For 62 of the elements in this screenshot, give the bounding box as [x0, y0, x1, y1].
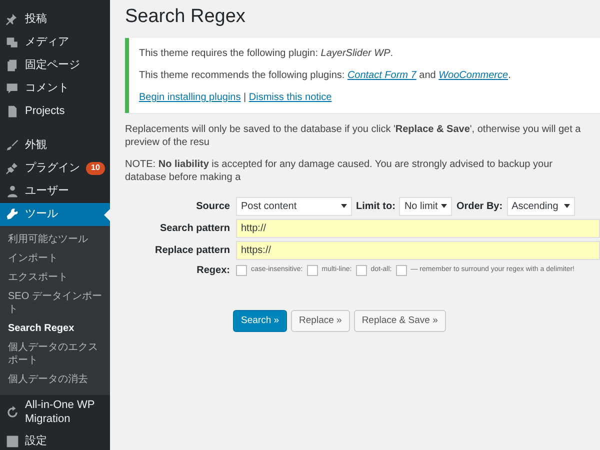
checkbox[interactable] — [236, 264, 247, 276]
comment-icon — [6, 82, 19, 95]
sidebar-item[interactable]: Projects — [0, 100, 110, 123]
caret-icon — [564, 204, 570, 208]
sidebar-item[interactable]: ツール — [0, 203, 110, 226]
circular-arrow-icon — [6, 406, 19, 419]
submenu-item[interactable]: エクスポート — [0, 268, 110, 287]
sidebar-item[interactable]: 投稿 — [0, 8, 110, 31]
notice-text: This theme recommends the following plugins: — [139, 70, 346, 81]
pin-icon — [6, 13, 19, 26]
submenu-item[interactable]: 利用可能なツール — [0, 230, 110, 249]
submenu-item[interactable]: 個人データのエクスポート — [0, 338, 110, 370]
field-label: Limit to: — [356, 200, 396, 214]
select-field[interactable]: Post content — [236, 196, 352, 216]
page-title: Search Regex — [125, 6, 246, 29]
update-count-badge: 10 — [86, 162, 105, 175]
action-button[interactable]: Search » — [233, 310, 288, 332]
caret-icon — [341, 204, 347, 208]
sidebar-item[interactable]: コメント — [0, 77, 110, 100]
brush-icon — [6, 139, 19, 152]
text-input[interactable]: http:// — [236, 218, 600, 238]
field-label: Regex: — [196, 264, 230, 278]
media-icon — [6, 36, 19, 49]
sidebar-item[interactable]: 外観 — [0, 134, 110, 157]
select-field[interactable]: Ascending — [506, 196, 575, 216]
checkbox[interactable] — [396, 264, 407, 276]
notice-text: This theme requires the following plugin: LayerSlider WP. — [139, 46, 394, 61]
checkbox[interactable] — [356, 264, 367, 276]
plugin-link[interactable]: Contact Form 7 — [347, 70, 416, 81]
submenu-item[interactable]: インポート — [0, 249, 110, 268]
action-button[interactable]: Replace & Save » — [354, 310, 446, 332]
info-text: Replacements will only be saved to the database if you click 'Replace & Save', otherwise you will get a preview of the resu — [125, 122, 582, 150]
submenu-item[interactable]: SEO データインポート — [0, 287, 110, 319]
sidebar-item[interactable]: メディア — [0, 31, 110, 54]
select-field[interactable]: No limit — [399, 196, 452, 216]
sidebar-item[interactable]: プラグイン 10 — [0, 157, 110, 180]
sidebar-item[interactable]: 設定 — [0, 430, 110, 450]
plugin-link[interactable]: WooCommerce — [438, 70, 508, 81]
sidebar-item[interactable]: 固定ページ — [0, 54, 110, 77]
info-text: NOTE: No liability is accepted for any damage caused. You are strongly advised to backup your database before making a — [125, 158, 554, 185]
plug-icon — [6, 162, 19, 175]
field-label: Order By: — [456, 200, 503, 214]
sidebar-item[interactable]: ユーザー — [0, 180, 110, 203]
document-icon — [6, 105, 19, 118]
text-input[interactable]: https:// — [236, 240, 600, 260]
wrench-icon — [6, 208, 19, 221]
field-label: Source — [195, 200, 230, 214]
separator-text: | — [242, 92, 248, 103]
field-label: Replace pattern — [154, 244, 230, 258]
pages-icon — [6, 59, 19, 72]
submenu-item[interactable]: Search Regex — [0, 319, 110, 338]
field-label: Search pattern — [158, 222, 230, 236]
notice-link[interactable]: Begin installing plugins — [139, 92, 241, 103]
user-icon — [6, 185, 19, 198]
checkbox[interactable] — [306, 264, 318, 276]
action-button[interactable]: Replace » — [291, 310, 350, 332]
notice-text: and — [418, 70, 437, 81]
notice-text: . — [508, 70, 511, 81]
sidebar-item[interactable]: All-in-One WP Migration — [0, 395, 110, 430]
notice-link[interactable]: Dismiss this notice — [248, 92, 332, 103]
caret-icon — [441, 204, 448, 208]
submenu-item[interactable]: 個人データの消去 — [0, 370, 110, 389]
